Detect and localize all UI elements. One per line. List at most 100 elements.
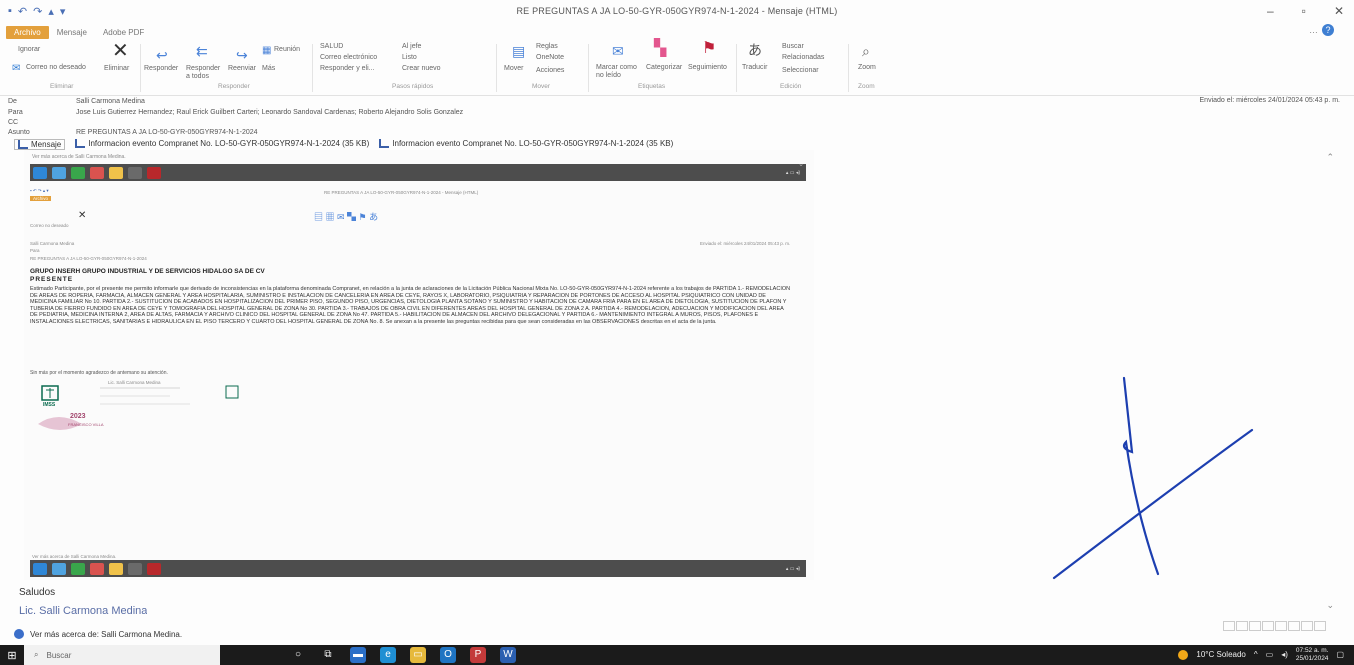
actions-button[interactable]: Acciones xyxy=(536,67,564,74)
sent-date: Enviado el: miércoles 24/01/2024 05:43 p… xyxy=(1199,97,1340,104)
to-value[interactable]: Jose Luis Gutierrez Hernandez; Raul Eric… xyxy=(76,109,463,116)
close-button[interactable]: ✕ xyxy=(1334,4,1344,18)
ribbon-more-icon[interactable]: … xyxy=(1309,25,1318,35)
junk-button[interactable]: Correo no deseado xyxy=(26,64,86,71)
task-view-icon[interactable]: ⧉ xyxy=(320,647,336,663)
ribbon-separator xyxy=(312,44,313,92)
embedded-delete-icon: ✕ xyxy=(78,210,87,221)
ribbon: Ignorar ✉ Correo no deseado ✕ Eliminar E… xyxy=(0,40,1354,96)
attachment-message[interactable]: Mensaje xyxy=(14,139,66,151)
translate-icon: あ xyxy=(748,42,762,58)
categorize-button[interactable]: Categorizar xyxy=(646,64,682,71)
system-tray: 10°C Soleado ^ ▭ ◂) 07:52 a. m. 25/01/20… xyxy=(1178,647,1344,662)
signature-name: Lic. Salli Carmona Medina xyxy=(19,605,148,615)
embedded-folder-icon xyxy=(109,562,123,575)
quickstep-salud[interactable]: SALUD xyxy=(320,43,343,50)
embedded-junk: Correo no deseado xyxy=(30,223,69,228)
move-button[interactable]: Mover xyxy=(504,65,523,72)
tab-archivo[interactable]: Archivo xyxy=(6,25,49,39)
reply-all-button[interactable]: Responder a todos xyxy=(186,65,224,81)
cell-box xyxy=(1236,621,1248,631)
subject-value: RE PREGUNTAS A JA LO-50-GYR-050GYR974-N-… xyxy=(76,129,258,136)
select-button[interactable]: Seleccionar xyxy=(782,67,819,74)
embedded-scroll-icon: ⌄ xyxy=(798,161,804,168)
maximize-button[interactable]: ▫ xyxy=(1302,4,1306,18)
quickstep-reply-delete[interactable]: Responder y eli... xyxy=(320,65,374,72)
attachment-icon xyxy=(379,139,390,149)
reply-button[interactable]: Responder xyxy=(144,65,178,72)
embedded-folder-icon xyxy=(109,166,123,179)
attachment-icon xyxy=(75,139,86,149)
from-value[interactable]: Salli Carmona Medina xyxy=(76,98,145,105)
subject-label: Asunto xyxy=(8,129,30,136)
more-button[interactable]: Más xyxy=(262,65,275,72)
cell-box xyxy=(1301,621,1313,631)
tab-mensaje[interactable]: Mensaje xyxy=(49,26,95,39)
folder-icon[interactable]: ▭ xyxy=(410,647,426,663)
rules-button[interactable]: Reglas xyxy=(536,43,558,50)
clock[interactable]: 07:52 a. m. 25/01/2024 xyxy=(1296,647,1329,662)
edge-icon[interactable]: e xyxy=(380,647,396,663)
minimize-button[interactable]: – xyxy=(1267,4,1274,18)
cortana-icon[interactable]: ○ xyxy=(290,647,306,663)
embedded-to: Para xyxy=(30,248,40,253)
embedded-from: Salli Carmona Medina xyxy=(30,241,75,246)
quickstep-boss[interactable]: Al jefe xyxy=(402,43,421,50)
embedded-pdf-icon xyxy=(147,166,161,179)
embedded-pdf-icon xyxy=(147,562,161,575)
people-pane[interactable]: Ver más acerca de: Salli Carmona Medina. xyxy=(14,629,182,639)
window-title: RE PREGUNTAS A JA LO-50-GYR-050GYR974-N-… xyxy=(516,6,838,16)
windows-taskbar: ⊞ ⌕ Buscar ○ ⧉ ▬ e ▭ O P W 10°C Soleado … xyxy=(0,645,1354,665)
followup-flag-icon: ⚑ xyxy=(702,40,717,57)
ignore-button[interactable]: Ignorar xyxy=(18,46,40,53)
word-icon[interactable]: W xyxy=(500,647,516,663)
scroll-down-icon[interactable]: ⌄ xyxy=(1326,600,1334,611)
more-about-link[interactable]: Ver más acerca de: Salli Carmona Medina. xyxy=(30,630,182,639)
embedded-sent: Enviado el: miércoles 24/01/2024 05:43 p… xyxy=(700,241,791,246)
pdf-icon[interactable]: P xyxy=(470,647,486,663)
tab-adobe-pdf[interactable]: Adobe PDF xyxy=(95,26,152,39)
quickstep-done[interactable]: Listo xyxy=(402,54,417,61)
move-icon: ▤ xyxy=(512,43,526,59)
people-pane-cells xyxy=(1223,621,1326,631)
outlook-icon[interactable]: O xyxy=(440,647,456,663)
attachment-file-1[interactable]: Informacion evento Compranet No. LO-50-G… xyxy=(75,139,369,150)
scroll-up-icon[interactable]: ⌃ xyxy=(1326,152,1334,163)
delete-icon: ✕ xyxy=(112,40,129,62)
handwritten-x-mark xyxy=(1052,376,1254,580)
zoom-button[interactable]: Zoom xyxy=(858,64,876,71)
embedded-app-icon xyxy=(128,562,142,575)
person-icon xyxy=(14,629,24,639)
cell-box xyxy=(1314,621,1326,631)
forward-icon: ↪ xyxy=(236,47,248,63)
file-explorer-icon[interactable]: ▬ xyxy=(350,647,366,663)
taskbar-search[interactable]: ⌕ Buscar xyxy=(24,645,220,665)
quickstep-email[interactable]: Correo electrónico xyxy=(320,54,377,61)
ribbon-tabs: Archivo Mensaje Adobe PDF xyxy=(0,24,152,40)
related-button[interactable]: Relacionadas xyxy=(782,54,824,61)
weather-text[interactable]: 10°C Soleado xyxy=(1196,650,1245,659)
network-icon[interactable]: ▭ xyxy=(1266,650,1274,659)
unread-icon: ✉ xyxy=(612,43,624,59)
mark-unread-button[interactable]: Marcar como no leído xyxy=(596,64,640,80)
embedded-app-icon xyxy=(71,166,85,179)
notifications-icon[interactable]: ▢ xyxy=(1336,650,1344,659)
translate-button[interactable]: Traducir xyxy=(742,64,767,71)
cell-box xyxy=(1249,621,1261,631)
followup-button[interactable]: Seguimiento xyxy=(688,64,727,71)
embedded-qat: ▪ ↶ ↷ ▴ ▾ xyxy=(30,188,49,193)
delete-button[interactable]: Eliminar xyxy=(104,65,129,72)
volume-icon[interactable]: ◂) xyxy=(1281,650,1288,659)
search-input[interactable]: Buscar xyxy=(46,651,71,660)
embedded-body: Estimado Participante, por el presente m… xyxy=(30,286,791,325)
quickstep-new[interactable]: Crear nuevo xyxy=(402,65,441,72)
help-icon[interactable]: ? xyxy=(1322,24,1334,36)
attachment-file-2[interactable]: Informacion evento Compranet No. LO-50-G… xyxy=(379,139,673,150)
onenote-button[interactable]: OneNote xyxy=(536,54,564,61)
tray-chevron-icon[interactable]: ^ xyxy=(1254,650,1258,659)
meeting-button[interactable]: Reunión xyxy=(274,46,300,53)
clock-date: 25/01/2024 xyxy=(1295,654,1329,662)
start-button[interactable]: ⊞ xyxy=(0,645,24,665)
find-button[interactable]: Buscar xyxy=(782,43,804,50)
forward-button[interactable]: Reenviar xyxy=(228,65,256,72)
